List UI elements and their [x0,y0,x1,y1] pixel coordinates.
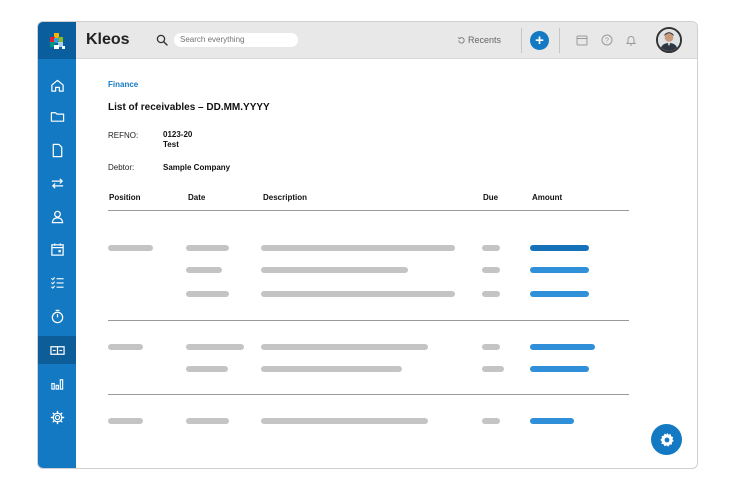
gear-icon [659,432,674,447]
help-icon[interactable]: ? [601,34,613,46]
brand-name: Kleos [86,31,130,48]
sidebar-item-settings[interactable] [38,403,76,431]
sidebar-item-folders[interactable] [38,102,76,130]
sidebar-item-reports[interactable] [38,369,76,397]
bell-icon[interactable] [625,34,637,46]
column-header-description[interactable]: Description [263,193,307,202]
column-header-date[interactable]: Date [188,193,205,202]
table-header-divider [108,210,629,211]
main-content: Finance List of receivables – DD.MM.YYYY… [76,60,697,468]
placeholder-bar [186,267,222,273]
sidebar-item-calendar[interactable] [38,235,76,263]
placeholder-bar [261,418,428,424]
amount-bar [530,291,589,297]
placeholder-bar [261,291,455,297]
search-bar[interactable] [156,32,298,48]
gear-icon [50,410,64,424]
sidebar-item-transfers[interactable] [38,169,76,197]
column-header-position[interactable]: Position [109,193,141,202]
sidebar-item-documents[interactable] [38,136,76,164]
recents-label: Recents [468,35,502,45]
app-window: Kleos Recents + ? [37,21,698,469]
placeholder-bar [186,366,228,372]
amount-bar [530,267,589,273]
sidebar-item-contacts[interactable] [38,202,76,230]
amount-bar [530,366,589,372]
top-bar: Kleos Recents + ? [38,22,697,59]
refno-subtitle: Test [163,140,179,149]
logo-icon [50,32,65,49]
column-header-amount[interactable]: Amount [532,193,562,202]
search-icon [156,34,168,46]
stopwatch-icon [51,309,63,323]
bar-chart-icon [50,378,63,390]
calendar-icon[interactable] [576,34,588,46]
sidebar-item-finance[interactable] [38,336,76,364]
placeholder-bar [186,344,244,350]
history-icon [457,36,465,43]
sidebar-item-time[interactable] [38,302,76,330]
amount-bar [530,344,595,350]
svg-text:?: ? [605,38,609,45]
toolbar-divider [559,28,560,53]
checklist-icon [50,276,64,289]
placeholder-bar [261,344,428,350]
placeholder-bar [482,366,504,372]
transfer-arrows-icon [51,177,63,189]
placeholder-bar [108,344,143,350]
finance-icon [49,345,65,355]
debtor-label: Debtor: [108,163,135,172]
placeholder-bar [261,245,455,251]
sidebar-item-home[interactable] [38,71,76,99]
placeholder-bar [186,245,229,251]
placeholder-bar [482,344,500,350]
refno-value-block: 0123-20 Test [163,130,192,150]
placeholder-bar [482,267,500,273]
home-icon [50,79,64,92]
amount-bar [530,245,589,251]
sidebar [38,22,76,468]
placeholder-bar [186,291,229,297]
add-button[interactable]: + [530,31,549,50]
group-divider [108,394,629,395]
refno-label: REFNO: [108,131,139,140]
floating-settings-button[interactable] [651,424,682,455]
app-logo[interactable] [38,22,76,59]
placeholder-bar [482,291,500,297]
debtor-value: Sample Company [163,163,231,172]
placeholder-bar [261,366,402,372]
recents-button[interactable]: Recents [457,35,501,45]
placeholder-bar [108,245,153,251]
placeholder-bar [261,267,408,273]
placeholder-bar [108,418,143,424]
group-divider [108,320,629,321]
placeholder-bar [186,418,229,424]
placeholder-bar [482,245,500,251]
breadcrumb[interactable]: Finance [108,80,138,89]
user-photo-icon [658,29,680,51]
search-input[interactable] [174,33,298,47]
column-header-due[interactable]: Due [483,193,498,202]
calendar-icon [50,242,64,256]
avatar[interactable] [656,27,682,53]
folder-icon [50,111,64,122]
placeholder-bar [482,418,500,424]
page-title: List of receivables – DD.MM.YYYY [108,102,270,113]
user-icon [51,210,63,223]
document-icon [52,143,62,157]
plus-icon: + [535,32,544,49]
amount-bar [530,418,574,424]
sidebar-item-tasks[interactable] [38,268,76,296]
toolbar-divider [521,28,522,53]
refno-value: 0123-20 [163,130,193,139]
